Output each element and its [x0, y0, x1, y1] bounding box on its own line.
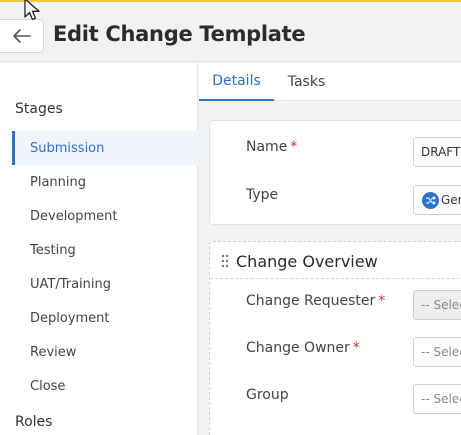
tab-details[interactable]: Details — [199, 63, 274, 101]
required-marker: * — [352, 340, 360, 356]
required-marker: * — [378, 293, 386, 309]
stages-heading: Stages — [15, 101, 63, 117]
tab-bar: Details Tasks — [199, 63, 461, 101]
roles-heading: Roles — [15, 414, 53, 430]
details-card: Name * DRAFT Type Ger — [209, 120, 461, 225]
page-header: Edit Change Template — [0, 2, 461, 62]
change-owner-label: Change Owner * — [246, 340, 360, 356]
sidebar-item-close[interactable]: Close — [12, 369, 198, 403]
type-label: Type — [246, 187, 279, 203]
group-label: Group — [246, 387, 289, 403]
sidebar-item-label: Planning — [30, 174, 86, 190]
shuffle-icon — [422, 191, 439, 209]
change-requester-label: Change Requester * — [246, 293, 386, 309]
sidebar-item-label: Development — [30, 208, 118, 224]
required-marker: * — [290, 139, 298, 155]
change-requester-select[interactable]: -- Selec — [413, 290, 461, 320]
sidebar-item-review[interactable]: Review — [12, 335, 198, 369]
sidebar-item-submission[interactable]: Submission — [12, 131, 198, 165]
sidebar-item-planning[interactable]: Planning — [12, 165, 198, 199]
section-divider — [210, 278, 461, 279]
name-label: Name * — [246, 139, 298, 155]
sidebar-item-label: Deployment — [30, 310, 110, 326]
sidebar-item-label: UAT/Training — [30, 276, 112, 292]
mouse-cursor-icon — [24, 0, 40, 21]
sidebar-item-label: Submission — [30, 140, 105, 156]
sidebar-item-label: Review — [30, 344, 77, 360]
stages-sidebar: Stages Submission Planning Development T… — [0, 63, 198, 435]
drag-handle-icon[interactable] — [221, 254, 229, 268]
back-button[interactable] — [0, 19, 44, 53]
sidebar-item-testing[interactable]: Testing — [12, 233, 198, 267]
sidebar-item-label: Close — [30, 378, 66, 394]
sidebar-item-deployment[interactable]: Deployment — [12, 301, 198, 335]
section-title: Change Overview — [236, 252, 378, 271]
arrow-left-icon — [12, 29, 31, 43]
name-input[interactable]: DRAFT — [413, 137, 461, 167]
change-overview-section: Change Overview Change Requester * -- Sel… — [209, 241, 461, 435]
sidebar-item-uat-training[interactable]: UAT/Training — [12, 267, 198, 301]
main-content: Details Tasks Name * DRAFT Type Ger Chang… — [199, 63, 461, 435]
group-select[interactable]: -- Selec — [413, 384, 461, 414]
type-select[interactable]: Ger — [413, 185, 461, 215]
change-owner-select[interactable]: -- Selec — [413, 337, 461, 367]
tab-tasks[interactable]: Tasks — [274, 63, 339, 101]
sidebar-item-label: Testing — [30, 242, 76, 258]
sidebar-item-development[interactable]: Development — [12, 199, 198, 233]
page-title: Edit Change Template — [53, 22, 306, 46]
